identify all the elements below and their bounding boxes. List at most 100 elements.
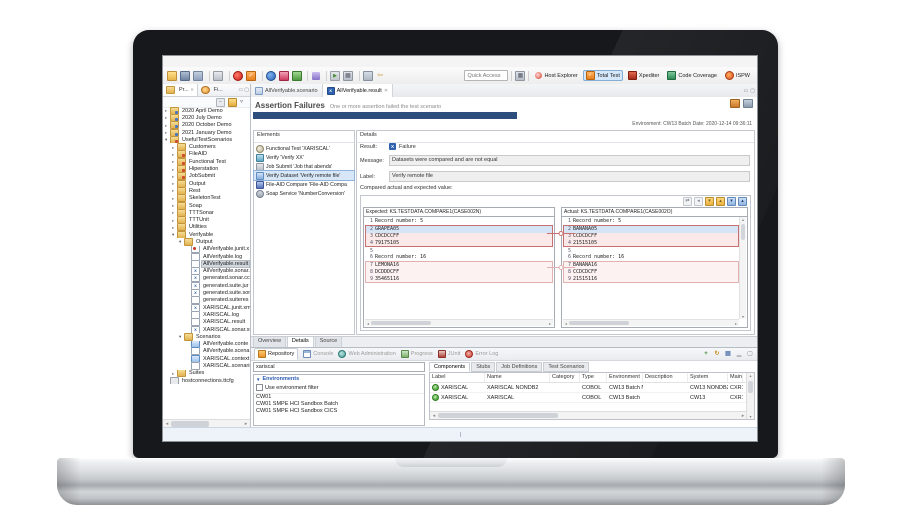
maximize-view-icon[interactable]: ▢ — [244, 84, 249, 96]
back-icon[interactable] — [376, 72, 384, 80]
tree-item[interactable]: Suites — [163, 370, 250, 377]
view-tab-error-log[interactable]: Error Log — [465, 350, 498, 358]
perspective-xpediter[interactable]: Xpediter — [625, 70, 663, 81]
scroll-track[interactable] — [569, 320, 733, 326]
view-tab-web-administration[interactable]: Web Administration — [338, 350, 395, 358]
tree-item[interactable]: Customers — [163, 143, 250, 150]
tree-item[interactable]: Output — [163, 180, 250, 187]
scroll-thumb[interactable] — [741, 224, 745, 240]
total-test-run-icon[interactable] — [246, 71, 256, 81]
assertion-element-item[interactable]: Functional Test 'XARISCAL' — [254, 144, 354, 153]
minimize-view-icon[interactable]: ▭ — [239, 84, 244, 96]
table-horizontal-scrollbar[interactable]: ◂ ▸ — [430, 411, 747, 419]
environments-header[interactable]: ▼ Environments — [254, 375, 424, 383]
previous-difference-icon[interactable]: ▴ — [716, 197, 725, 206]
view-tab-progress[interactable]: Progress — [401, 350, 433, 358]
editor-page-tab[interactable]: Details — [287, 337, 314, 347]
scroll-track[interactable] — [371, 320, 547, 326]
open-perspective-icon[interactable] — [515, 71, 525, 81]
tree-item[interactable]: Rest — [163, 187, 250, 194]
tree-item[interactable]: AllVerifyable.sonar. — [163, 268, 250, 275]
actual-horizontal-scrollbar[interactable]: ◂ ▸ — [563, 319, 739, 326]
tree-item[interactable]: 2020 July Demo — [163, 114, 250, 121]
tree-item[interactable]: XARISCAL.junit.xm — [163, 304, 250, 311]
actual-vertical-scrollbar[interactable]: ▴ ▾ — [739, 217, 746, 319]
tree-item[interactable]: generated.suite.jur — [163, 282, 250, 289]
tree-item[interactable]: 2020 April Demo — [163, 107, 250, 114]
view-tab-console[interactable]: Console — [303, 350, 333, 358]
scroll-thumb[interactable] — [371, 321, 431, 325]
editor-page-tab[interactable]: Source — [315, 337, 342, 347]
scroll-down-icon[interactable]: ▾ — [740, 314, 746, 319]
align-panes-icon[interactable]: ⇄ — [683, 197, 692, 206]
assertion-element-item[interactable]: Verify 'Verify XX' — [254, 153, 354, 162]
view-tab-repository[interactable]: Repository — [254, 348, 298, 360]
previous-pane-icon[interactable]: ◂ — [694, 197, 703, 206]
tree-item[interactable]: 2021 January Demo — [163, 129, 250, 136]
tree-item[interactable]: AllVerifyable.log — [163, 253, 250, 260]
scroll-up-icon[interactable]: ▴ — [747, 373, 754, 378]
table-column-header[interactable]: Name — [485, 373, 550, 382]
scroll-down-icon[interactable]: ▾ — [747, 414, 754, 419]
repository-table-tab[interactable]: Components — [429, 362, 470, 372]
hiperstation-icon[interactable] — [279, 71, 289, 81]
repository-table-tab[interactable]: Stubs — [471, 362, 495, 372]
tab-project-explorer[interactable]: Pr... » — [163, 84, 198, 96]
tree-item[interactable]: TTTUnit — [163, 216, 250, 223]
perspective-host-explorer[interactable]: Host Explorer — [532, 70, 580, 81]
tab-file-explorer[interactable]: Fi... — [198, 84, 226, 96]
table-column-header[interactable]: Label — [430, 373, 485, 382]
save-icon[interactable] — [180, 71, 190, 81]
tree-item[interactable]: XARISCAL.result — [163, 319, 250, 326]
import-icon[interactable]: ▤ — [724, 350, 732, 358]
environment-list-item[interactable]: CW01 SMPE HCI Sandbox Batch — [254, 401, 424, 408]
editor-tab-scenario[interactable]: AllVerifyable.scenario — [251, 84, 323, 97]
table-column-header[interactable]: Category — [550, 373, 580, 382]
tree-item[interactable]: AllVerifyable.junit.x — [163, 246, 250, 253]
save-report-icon[interactable] — [743, 99, 753, 108]
tree-item[interactable]: Functional Test — [163, 158, 250, 165]
tree-item[interactable]: XARISCAL.context — [163, 355, 250, 362]
perspective-code-coverage[interactable]: Code Coverage — [664, 70, 720, 81]
tree-item[interactable]: XARISCAL.log — [163, 311, 250, 318]
add-icon[interactable]: + — [702, 350, 710, 358]
tree-item[interactable]: Output — [163, 238, 250, 245]
tree-item[interactable]: SkeletonTest — [163, 195, 250, 202]
tree-item[interactable]: generated.suite.sor — [163, 289, 250, 296]
tree-item[interactable]: AllVerifyable.scena — [163, 348, 250, 355]
expected-horizontal-scrollbar[interactable]: ◂ ▸ — [365, 319, 553, 326]
minimize-icon[interactable]: ▁ — [735, 350, 743, 358]
tree-item[interactable]: Utilities — [163, 224, 250, 231]
perspective-total-test[interactable]: Total Test — [583, 70, 623, 81]
tree-item[interactable]: JobSubmit — [163, 173, 250, 180]
table-row[interactable]: XARISCAL XARISCAL NONDB2 COBOL CW13 Batc… — [430, 383, 754, 393]
terminal-icon[interactable] — [312, 72, 320, 80]
repository-table-tab[interactable]: Job Definitions — [496, 362, 542, 372]
scroll-thumb[interactable] — [438, 413, 558, 418]
xpediter-debug-icon[interactable] — [266, 71, 276, 81]
perspective-ispw[interactable]: ISPW — [722, 70, 753, 81]
view-tab-junit[interactable]: JUnit — [438, 350, 461, 358]
run-icon[interactable] — [330, 71, 340, 81]
assertion-element-item[interactable]: File-AID Compare 'File-AID Compa — [254, 180, 354, 189]
table-column-header[interactable]: System — [688, 373, 728, 382]
tree-item[interactable]: TTTSonar — [163, 209, 250, 216]
scroll-left-icon[interactable]: ◂ — [430, 413, 438, 419]
scroll-up-icon[interactable]: ▴ — [740, 217, 746, 222]
tree-item[interactable]: Scenarios — [163, 333, 250, 340]
compare-icon[interactable] — [363, 71, 373, 81]
tree-item[interactable]: AllVerifyable.conte — [163, 341, 250, 348]
tree-item[interactable]: Hiperstation — [163, 165, 250, 172]
table-column-header[interactable]: Description — [643, 373, 688, 382]
tree-item[interactable]: hostconnections.ttcfg — [163, 377, 250, 384]
tree-item[interactable]: FileAID — [163, 151, 250, 158]
tree-item[interactable]: UsefulTestScenarios — [163, 136, 250, 143]
editor-page-tab[interactable]: Overview — [253, 337, 286, 347]
editor-tab-result[interactable]: AllVerifyable.result ✕ — [323, 84, 393, 97]
table-vertical-scrollbar[interactable]: ▴ ▾ — [746, 373, 754, 419]
tree-item[interactable]: 2020 October Demo — [163, 122, 250, 129]
close-tab-icon[interactable]: ✕ — [384, 88, 388, 94]
tree-item[interactable]: XARISCAL.scenario — [163, 362, 250, 369]
next-change-icon[interactable]: ▾ — [727, 197, 736, 206]
tree-item[interactable]: Verifyable — [163, 231, 250, 238]
